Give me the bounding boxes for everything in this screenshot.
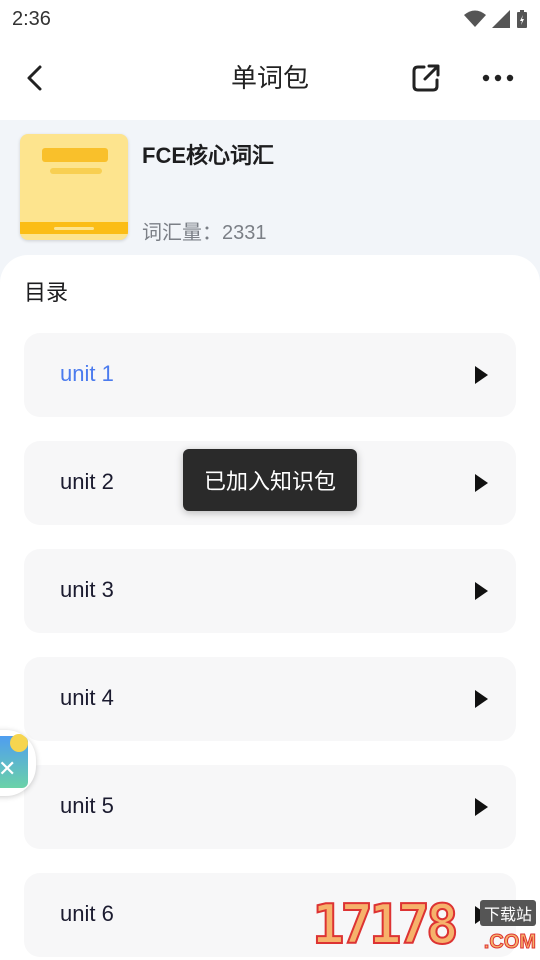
- wifi-icon: [464, 10, 486, 27]
- more-dots-icon: [482, 74, 514, 82]
- battery-icon: [517, 10, 527, 28]
- play-icon[interactable]: [475, 474, 488, 492]
- unit-label: unit 3: [60, 577, 114, 602]
- book-title: FCE核心词汇: [142, 143, 275, 168]
- unit-item-4[interactable]: unit 4: [24, 657, 516, 741]
- play-icon[interactable]: [475, 798, 488, 816]
- cover-stripe: [42, 148, 108, 162]
- catalog-panel: 目录 unit 1 unit 2 unit 3 unit 4 unit 5 un…: [0, 255, 540, 960]
- book-header: FCE核心词汇 词汇量：2331: [0, 120, 540, 260]
- play-icon[interactable]: [475, 366, 488, 384]
- status-time: 2:36: [12, 7, 51, 30]
- status-bar: 2:36: [0, 0, 540, 38]
- share-icon: [412, 64, 440, 92]
- play-icon[interactable]: [475, 690, 488, 708]
- sun-icon: [10, 734, 28, 752]
- toast-message: 已加入知识包: [183, 449, 357, 511]
- unit-label: unit 4: [60, 685, 114, 710]
- watermark-number: 17178: [311, 892, 460, 957]
- catalog-title: 目录: [24, 280, 69, 305]
- app-bar: 单词包: [0, 38, 540, 120]
- unit-label: unit 2: [60, 469, 114, 494]
- book-cover-image: [20, 134, 128, 240]
- unit-label: unit 5: [60, 793, 114, 818]
- unit-label: unit 6: [60, 901, 114, 926]
- watermark-logo: 17178 下载站 .COM: [311, 892, 538, 960]
- unit-item-3[interactable]: unit 3: [24, 549, 516, 633]
- watermark-site: 下载站: [479, 900, 536, 926]
- status-icons: [464, 9, 528, 29]
- close-icon[interactable]: ✕: [0, 756, 16, 782]
- watermark-suffix: .COM: [483, 931, 536, 954]
- unit-item-5[interactable]: unit 5: [24, 765, 516, 849]
- page-title: 单词包: [230, 63, 309, 93]
- play-icon[interactable]: [475, 582, 488, 600]
- cell-signal-icon: [492, 10, 510, 28]
- share-button[interactable]: [408, 60, 444, 96]
- unit-item-1[interactable]: unit 1: [24, 333, 516, 417]
- cover-stripe: [50, 168, 102, 174]
- unit-label: unit 1: [60, 361, 114, 386]
- vocab-count: 词汇量：2331: [142, 222, 267, 244]
- cover-line: [54, 227, 94, 230]
- more-button[interactable]: [480, 60, 516, 96]
